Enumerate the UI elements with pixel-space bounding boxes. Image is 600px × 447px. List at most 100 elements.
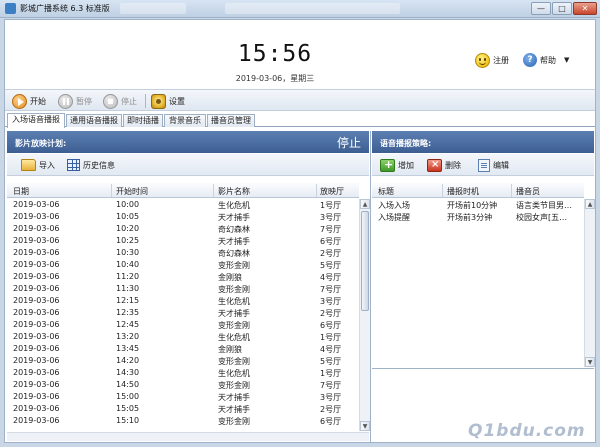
table-cell: 金刚狼 — [218, 345, 242, 354]
table-cell: 7号厅 — [320, 225, 342, 234]
pause-label: 暂停 — [76, 96, 92, 106]
table-row[interactable]: 2019-03-06 14:20 变形金刚 5号厅 — [7, 355, 359, 367]
table-row[interactable]: 入场入场 开场前10分钟 语言类节目男… — [372, 199, 584, 211]
delete-button[interactable]: 删除 — [427, 157, 461, 173]
table-row[interactable]: 2019-03-06 10:40 变形金刚 5号厅 — [7, 259, 359, 271]
help-label: 帮助 — [540, 55, 556, 65]
settings-icon — [151, 93, 166, 109]
column-header-date[interactable]: 日期 — [13, 186, 29, 197]
table-cell: 校园女声[五… — [516, 213, 568, 222]
schedule-toolbar: 导入 历史信息 — [7, 154, 369, 176]
tab-announcer-management[interactable]: 播音员管理 — [207, 114, 255, 127]
chevron-down-icon[interactable]: ▼ — [564, 56, 569, 64]
table-row[interactable]: 2019-03-06 10:25 天才捕手 6号厅 — [7, 235, 359, 247]
scroll-down-icon[interactable]: ▼ — [360, 421, 370, 431]
table-cell: 生化危机 — [218, 369, 250, 378]
table-row[interactable]: 2019-03-06 12:45 变形金刚 6号厅 — [7, 319, 359, 331]
minimize-button[interactable]: — — [531, 2, 551, 15]
stop-label: 停止 — [121, 96, 137, 106]
column-header-title[interactable]: 标题 — [378, 186, 394, 197]
schedule-vertical-scrollbar[interactable]: ▲ ▼ — [359, 199, 370, 431]
table-cell: 变形金刚 — [218, 417, 250, 426]
strategy-table-body: 入场入场 开场前10分钟 语言类节目男… 入场提醒 开场前3分钟 校园女声[五… — [372, 199, 584, 367]
column-divider — [511, 184, 512, 197]
table-cell: 2019-03-06 — [13, 356, 60, 365]
table-row[interactable]: 2019-03-06 14:50 变形金刚 7号厅 — [7, 379, 359, 391]
toolbar-separator — [145, 94, 146, 108]
start-button[interactable]: 开始 — [12, 93, 46, 109]
table-cell: 6号厅 — [320, 417, 342, 426]
background-window-ghost — [225, 3, 400, 14]
column-header-start-time[interactable]: 开始时间 — [116, 186, 148, 197]
scroll-down-icon[interactable]: ▼ — [585, 357, 595, 367]
table-cell: 天才捕手 — [218, 237, 250, 246]
register-label: 注册 — [493, 55, 509, 65]
table-row[interactable]: 2019-03-06 13:20 生化危机 1号厅 — [7, 331, 359, 343]
close-button[interactable]: ✕ — [573, 2, 597, 15]
table-cell: 入场入场 — [378, 201, 410, 210]
table-row[interactable]: 2019-03-06 14:30 生化危机 1号厅 — [7, 367, 359, 379]
tab-entry-broadcast[interactable]: 入场语音播报 — [7, 113, 65, 128]
register-link[interactable]: 注册 — [475, 52, 509, 68]
table-cell: 生化危机 — [218, 201, 250, 210]
table-row[interactable]: 入场提醒 开场前3分钟 校园女声[五… — [372, 211, 584, 223]
table-row[interactable]: 2019-03-06 10:05 天才捕手 3号厅 — [7, 211, 359, 223]
table-row[interactable]: 2019-03-06 15:10 变形金刚 6号厅 — [7, 415, 359, 427]
table-row[interactable]: 2019-03-06 12:35 天才捕手 2号厅 — [7, 307, 359, 319]
table-cell: 2号厅 — [320, 309, 342, 318]
table-cell: 10:00 — [116, 200, 140, 209]
schedule-table-body: 2019-03-06 10:00 生化危机 1号厅 2019-03-06 10:05 天才捕… — [7, 199, 359, 431]
table-cell: 7号厅 — [320, 381, 342, 390]
tab-background-music[interactable]: 背景音乐 — [164, 114, 206, 127]
scroll-up-icon[interactable]: ▲ — [585, 199, 595, 209]
pause-button[interactable]: 暂停 — [58, 93, 92, 109]
scroll-up-icon[interactable]: ▲ — [360, 199, 370, 209]
history-button[interactable]: 历史信息 — [67, 157, 115, 173]
app-icon — [5, 3, 16, 14]
stop-button[interactable]: 停止 — [103, 93, 137, 109]
panel-divider — [370, 131, 371, 442]
settings-button[interactable]: 设置 — [151, 93, 185, 109]
import-button[interactable]: 导入 — [21, 157, 55, 173]
table-cell: 2019-03-06 — [13, 308, 60, 317]
table-row[interactable]: 2019-03-06 11:20 金刚狼 4号厅 — [7, 271, 359, 283]
strategy-table-header: 标题 播报时机 播音员 — [372, 183, 584, 198]
maximize-button[interactable]: □ — [552, 2, 572, 15]
table-row[interactable]: 2019-03-06 11:30 变形金刚 7号厅 — [7, 283, 359, 295]
table-row[interactable]: 2019-03-06 10:00 生化危机 1号厅 — [7, 199, 359, 211]
table-cell: 10:05 — [116, 212, 140, 221]
help-link[interactable]: ? 帮助 ▼ — [523, 52, 569, 68]
add-button[interactable]: 增加 — [380, 157, 414, 173]
table-cell: 天才捕手 — [218, 213, 250, 222]
column-header-movie[interactable]: 影片名称 — [218, 186, 250, 197]
tab-general-broadcast[interactable]: 通用语音播报 — [66, 114, 122, 127]
table-row[interactable]: 2019-03-06 10:20 奇幻森林 7号厅 — [7, 223, 359, 235]
strategy-panel-header: 语音播报策略: — [372, 131, 594, 153]
table-row[interactable]: 2019-03-06 15:00 天才捕手 3号厅 — [7, 391, 359, 403]
strategy-vertical-scrollbar[interactable]: ▲ ▼ — [584, 199, 595, 367]
column-header-timing[interactable]: 播报时机 — [447, 186, 479, 197]
column-header-announcer[interactable]: 播音员 — [516, 186, 540, 197]
column-header-hall[interactable]: 放映厅 — [320, 186, 344, 197]
title-bar: 影城广播系统 6.3 标准版 — □ ✕ — [0, 0, 600, 18]
table-cell: 3号厅 — [320, 393, 342, 402]
table-cell: 2号厅 — [320, 249, 342, 258]
edit-button[interactable]: 编辑 — [478, 157, 509, 173]
table-row[interactable]: 2019-03-06 13:45 金刚狼 4号厅 — [7, 343, 359, 355]
table-cell: 12:15 — [116, 296, 140, 305]
table-row[interactable]: 2019-03-06 15:05 天才捕手 2号厅 — [7, 403, 359, 415]
table-cell: 15:05 — [116, 404, 140, 413]
tab-instant-insert[interactable]: 即时插播 — [123, 114, 163, 127]
table-cell: 2019-03-06 — [13, 236, 60, 245]
scroll-thumb[interactable] — [361, 211, 369, 311]
table-cell: 金刚狼 — [218, 273, 242, 282]
table-cell: 2019-03-06 — [13, 260, 60, 269]
table-cell: 1号厅 — [320, 333, 342, 342]
edit-icon — [478, 158, 490, 172]
table-row[interactable]: 2019-03-06 12:15 生化危机 3号厅 — [7, 295, 359, 307]
table-cell: 天才捕手 — [218, 309, 250, 318]
table-row[interactable]: 2019-03-06 10:30 奇幻森林 2号厅 — [7, 247, 359, 259]
column-divider — [213, 184, 214, 197]
schedule-horizontal-scrollbar[interactable] — [7, 432, 369, 441]
delete-label: 删除 — [445, 160, 461, 170]
